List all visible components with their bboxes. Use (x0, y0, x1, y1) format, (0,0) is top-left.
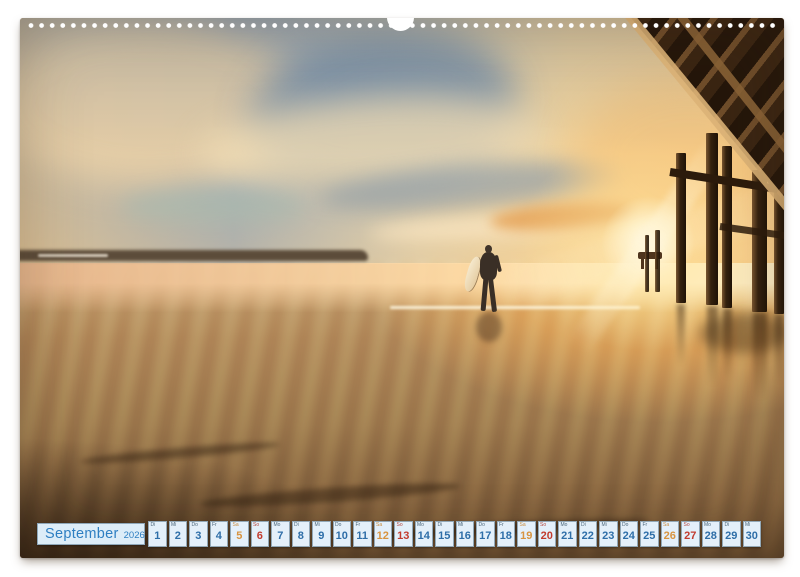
calendar-sheet: September 2026 Di1Mi2Do3Fr4Sa5So6Mo7Di8M… (20, 18, 784, 558)
calendar-day-cell: Di22 (579, 521, 598, 547)
calendar-day-cell: Di29 (722, 521, 741, 547)
surfer-head (485, 245, 492, 253)
calendar-day-cell: Fr25 (640, 521, 659, 547)
calendar-day-cell: Do10 (333, 521, 352, 547)
pillar-reflection (723, 308, 732, 380)
calendar-day-cell: Sa12 (374, 521, 393, 547)
calendar-day-cell: Di1 (148, 521, 167, 547)
calendar-day-cell: So6 (251, 521, 270, 547)
calendar-day-cell: Mi9 (312, 521, 331, 547)
calendar-day-cell: Do24 (620, 521, 639, 547)
shoreline-buildings (38, 254, 108, 257)
calendar-day-cell: Mi23 (599, 521, 618, 547)
pillar-reflection (753, 312, 767, 400)
pier-pillar (645, 235, 649, 292)
pier-pillar (752, 170, 767, 312)
pillar-reflection (775, 314, 784, 384)
month-name: September (45, 524, 119, 544)
calendar-day-cell: Do17 (476, 521, 495, 547)
calendar-day-cell: So13 (394, 521, 413, 547)
pier-pillar (706, 133, 718, 305)
calendar-day-cell: Fr4 (210, 521, 229, 547)
date-strip: September 2026 Di1Mi2Do3Fr4Sa5So6Mo7Di8M… (37, 521, 761, 547)
calendar-day-cell: Sa5 (230, 521, 249, 547)
calendar-day-cell: Do3 (189, 521, 208, 547)
calendar-day-cell: Mo28 (702, 521, 721, 547)
month-label-box: September 2026 (37, 523, 145, 545)
calendar-day-cell: Di8 (292, 521, 311, 547)
calendar-day-cell: So20 (538, 521, 557, 547)
calendar-day-cell: Fr18 (497, 521, 516, 547)
calendar-day-cell: Mi30 (743, 521, 762, 547)
calendar-day-cell: Sa26 (661, 521, 680, 547)
calendar-day-cell: Mo21 (558, 521, 577, 547)
surfer-leg (488, 278, 497, 312)
calendar-day-cell: Di15 (435, 521, 454, 547)
pier-pillar (655, 230, 660, 292)
pillar-reflection (707, 306, 718, 386)
calendar-day-cell: Mo7 (271, 521, 290, 547)
cream-cloud (20, 18, 310, 188)
grey-blue-cloud (240, 18, 525, 208)
surfer-leg (481, 278, 489, 311)
teal-sky-patch (120, 190, 305, 224)
day-row: Di1Mi2Do3Fr4Sa5So6Mo7Di8Mi9Do10Fr11Sa12S… (148, 521, 761, 547)
calendar-day-cell: Fr11 (353, 521, 372, 547)
calendar-day-cell: Mi2 (169, 521, 188, 547)
surfer-silhouette (460, 238, 530, 358)
hut-leg (641, 258, 644, 269)
calendar-day-cell: Mo14 (415, 521, 434, 547)
calendar-day-cell: Mi16 (456, 521, 475, 547)
pillar-reflection (677, 304, 685, 366)
surfer-reflection (476, 312, 502, 342)
calendar-day-cell: Sa19 (517, 521, 536, 547)
calendar-day-cell: So27 (681, 521, 700, 547)
year-label: 2026 (124, 530, 145, 541)
